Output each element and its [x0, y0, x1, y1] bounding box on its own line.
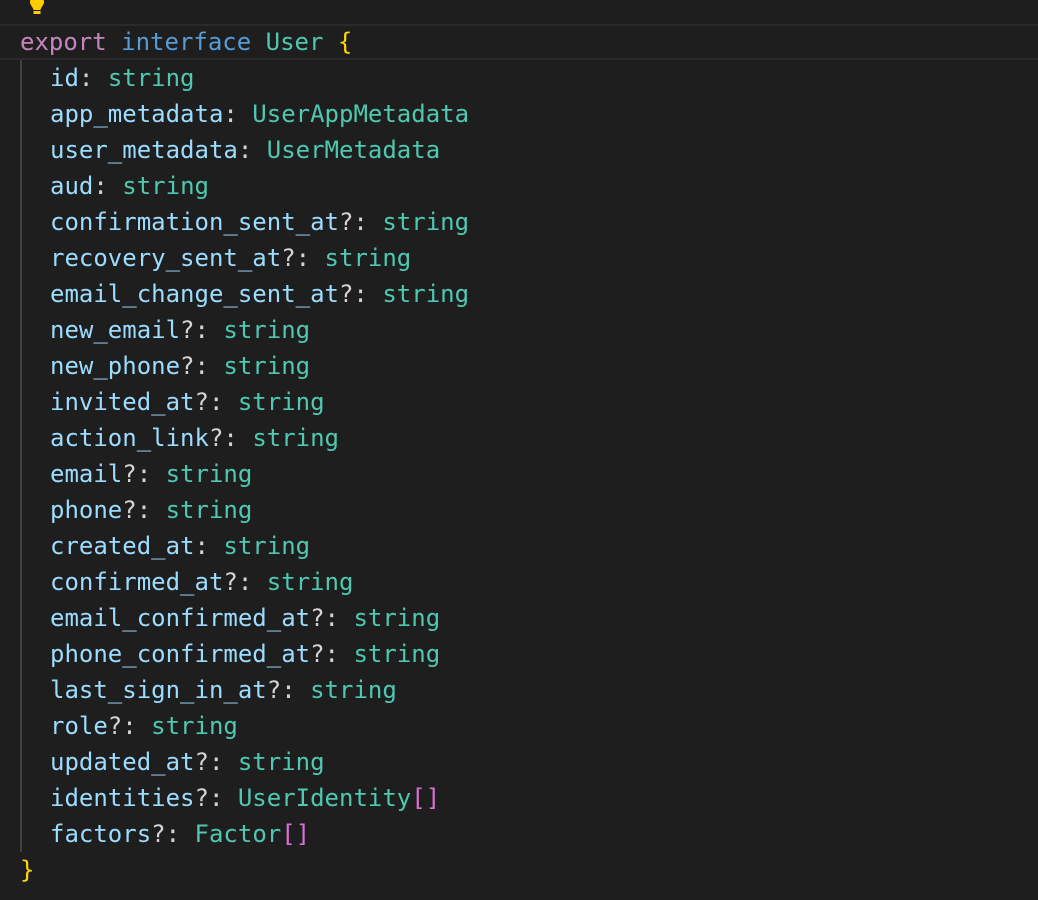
field-line[interactable]: app_metadata: UserAppMetadata [0, 96, 469, 132]
field-separator: ?: [194, 388, 238, 416]
field-separator: : [78, 64, 108, 92]
field-name: new_phone [50, 352, 181, 380]
field-type: string [324, 244, 412, 272]
field-line[interactable]: phone_confirmed_at?: string [0, 636, 440, 672]
field-name: factors [50, 820, 152, 848]
field-separator: : [237, 136, 267, 164]
field-type: string [237, 748, 325, 776]
field-type: string [382, 280, 470, 308]
field-separator: ?: [122, 496, 166, 524]
field-type: string [252, 424, 340, 452]
interface-keyword: interface [121, 28, 252, 56]
field-separator: : [194, 532, 224, 560]
field-line[interactable]: new_email?: string [0, 312, 310, 348]
field-type: string [151, 712, 238, 740]
field-name: email [50, 460, 123, 488]
array-brackets: [] [411, 784, 441, 812]
lightbulb-icon[interactable] [26, 0, 48, 16]
field-separator: ?: [266, 676, 311, 704]
interface-declaration-line[interactable]: export interface User { [0, 24, 352, 60]
field-line[interactable]: phone?: string [0, 492, 252, 528]
field-separator: ?: [338, 280, 383, 308]
field-line[interactable]: email_confirmed_at?: string [0, 600, 440, 636]
interface-name: User [265, 28, 324, 56]
field-type: string [310, 676, 397, 704]
field-type: string [266, 568, 354, 596]
field-type: string [223, 352, 311, 380]
field-name: id [50, 64, 79, 92]
field-line[interactable]: role?: string [0, 708, 238, 744]
field-line[interactable]: email?: string [0, 456, 252, 492]
field-line[interactable]: id: string [0, 60, 195, 96]
field-line[interactable]: invited_at?: string [0, 384, 325, 420]
field-name: invited_at [50, 388, 195, 416]
field-line[interactable]: updated_at?: string [0, 744, 325, 780]
code-editor[interactable]: export interface User { id: string app_me… [0, 0, 1038, 900]
field-separator: ?: [338, 208, 383, 236]
field-type: string [353, 640, 441, 668]
field-line[interactable]: confirmed_at?: string [0, 564, 353, 600]
field-name: updated_at [50, 748, 195, 776]
open-brace: { [337, 28, 353, 56]
closing-brace-line[interactable]: } [0, 852, 34, 888]
field-line[interactable]: email_change_sent_at?: string [0, 276, 469, 312]
field-line[interactable]: new_phone?: string [0, 348, 310, 384]
field-name: email_confirmed_at [50, 604, 311, 632]
field-type: string [107, 64, 195, 92]
field-separator: ?: [151, 820, 195, 848]
field-name: phone [50, 496, 123, 524]
field-separator: ?: [122, 460, 166, 488]
field-separator: ?: [180, 316, 224, 344]
array-brackets: [] [281, 820, 311, 848]
field-name: created_at [50, 532, 195, 560]
field-name: action_link [50, 424, 209, 452]
field-separator: ?: [180, 352, 224, 380]
field-separator: : [93, 172, 123, 200]
field-type: UserIdentity [237, 784, 412, 812]
field-name: confirmed_at [50, 568, 224, 596]
field-name: last_sign_in_at [50, 676, 267, 704]
field-name: aud [50, 172, 94, 200]
field-name: role [50, 712, 108, 740]
field-separator: ?: [107, 712, 152, 740]
field-name: identities [50, 784, 195, 812]
field-type: string [237, 388, 325, 416]
field-line[interactable]: last_sign_in_at?: string [0, 672, 397, 708]
field-type: UserAppMetadata [252, 100, 470, 128]
field-line[interactable]: factors?: Factor[] [0, 816, 310, 852]
field-line[interactable]: recovery_sent_at?: string [0, 240, 411, 276]
field-name: recovery_sent_at [50, 244, 282, 272]
field-separator: ?: [310, 640, 354, 668]
field-type: UserMetadata [266, 136, 441, 164]
field-line[interactable]: confirmation_sent_at?: string [0, 204, 469, 240]
field-name: email_change_sent_at [50, 280, 339, 308]
field-name: phone_confirmed_at [50, 640, 311, 668]
export-keyword: export [20, 28, 107, 56]
field-line[interactable]: user_metadata: UserMetadata [0, 132, 440, 168]
field-name: confirmation_sent_at [50, 208, 339, 236]
field-type: string [165, 496, 253, 524]
field-separator: ?: [194, 784, 238, 812]
field-line[interactable]: created_at: string [0, 528, 310, 564]
close-brace: } [20, 856, 35, 884]
field-separator: ?: [281, 244, 325, 272]
field-separator: ?: [223, 568, 267, 596]
field-separator: ?: [310, 604, 354, 632]
field-type: string [223, 532, 311, 560]
field-type: string [382, 208, 470, 236]
field-line[interactable]: aud: string [0, 168, 209, 204]
field-name: app_metadata [50, 100, 224, 128]
field-name: user_metadata [50, 136, 238, 164]
field-type: string [353, 604, 441, 632]
field-separator: : [223, 100, 253, 128]
field-line[interactable]: action_link?: string [0, 420, 339, 456]
field-separator: ?: [194, 748, 238, 776]
field-name: new_email [50, 316, 181, 344]
field-separator: ?: [208, 424, 253, 452]
field-type: string [223, 316, 311, 344]
field-type: Factor [194, 820, 282, 848]
field-type: string [165, 460, 253, 488]
field-line[interactable]: identities?: UserIdentity[] [0, 780, 440, 816]
field-type: string [122, 172, 209, 200]
